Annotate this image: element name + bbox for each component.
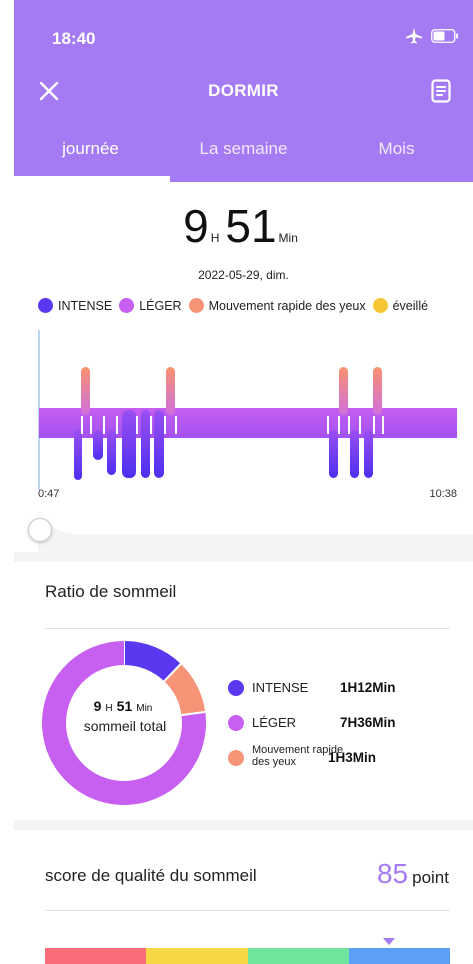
section-divider bbox=[14, 552, 473, 562]
rem-segment bbox=[339, 367, 348, 415]
donut-segment bbox=[123, 641, 181, 682]
sleep-date: 2022-05-29, dim. bbox=[198, 268, 289, 282]
ratio-value: 1H3Min bbox=[328, 750, 377, 765]
ratio-dot bbox=[228, 750, 244, 766]
timeline-slider-track[interactable] bbox=[38, 522, 473, 554]
deep-segment bbox=[141, 410, 150, 478]
page-title: DORMIR bbox=[208, 81, 279, 100]
donut-min-unit: Min bbox=[136, 703, 153, 714]
donut-total-duration: 9 H 51 Min bbox=[62, 698, 188, 714]
score-marker bbox=[383, 938, 396, 945]
deep-segment bbox=[74, 430, 82, 480]
status-time: 18:40 bbox=[52, 29, 96, 48]
ratio-name: INTENSE bbox=[252, 680, 309, 695]
donut-h-unit: H bbox=[105, 703, 113, 714]
duration-minutes-unit: Min bbox=[278, 231, 298, 245]
score-divider bbox=[45, 910, 450, 911]
donut-minutes: 51 bbox=[116, 698, 133, 714]
donut-caption: sommeil total bbox=[83, 718, 167, 734]
deep-segment bbox=[350, 430, 359, 478]
score-segment bbox=[146, 948, 248, 964]
ratio-row-deep: INTENSE 1H12Min bbox=[228, 678, 458, 708]
donut-hours: 9 bbox=[93, 698, 102, 714]
sleep-summary: 9 H 51 Min 2022-05-29, dim. bbox=[14, 200, 473, 282]
legend-label: Mouvement rapide des yeux bbox=[208, 298, 366, 313]
sleep-score-label: score de qualité du sommeil bbox=[45, 866, 257, 885]
active-tab-indicator bbox=[14, 176, 170, 182]
battery-icon bbox=[431, 29, 458, 43]
rem-segment bbox=[166, 367, 175, 415]
status-icons bbox=[405, 28, 459, 44]
deep-segment bbox=[329, 430, 338, 478]
legend-dot bbox=[38, 298, 53, 313]
deep-segment bbox=[154, 410, 164, 478]
ratio-row-rem: Mouvement rapide des yeux 1H3Min bbox=[228, 744, 458, 778]
donut-center: 9 H 51 Min sommeil total bbox=[62, 698, 188, 734]
legend-dot bbox=[372, 298, 388, 313]
legend-item-awake: éveillé bbox=[372, 298, 429, 313]
sleep-page: 18:40 DORMIR journée La semaine Mois 9 H… bbox=[14, 0, 473, 964]
duration-minutes: 51 bbox=[225, 200, 277, 252]
deep-segment bbox=[107, 430, 116, 475]
section-divider bbox=[14, 820, 473, 830]
legend-dot bbox=[188, 298, 204, 313]
sleep-score-value: 85 bbox=[376, 858, 409, 889]
legend-item-light: LÉGER bbox=[119, 298, 182, 313]
legend-label: INTENSE bbox=[58, 298, 113, 313]
ratio-name: LÉGER bbox=[252, 715, 297, 730]
tab-bar: journée La semaine Mois bbox=[14, 130, 473, 182]
tab-week[interactable]: La semaine bbox=[167, 130, 320, 182]
total-duration: 9 H 51 Min bbox=[14, 200, 473, 264]
tab-day[interactable]: journée bbox=[14, 130, 167, 182]
ratio-row-light: LÉGER 7H36Min bbox=[228, 713, 458, 743]
stage-legend: INTENSE LÉGER Mouvement rapide des yeux … bbox=[38, 298, 468, 313]
timeline-slider-handle[interactable] bbox=[28, 518, 52, 542]
sleep-hypnogram bbox=[38, 330, 457, 490]
ratio-value: 1H12Min bbox=[340, 680, 396, 695]
legend-item-rem: Mouvement rapide des yeux bbox=[188, 298, 366, 313]
duration-hours: 9 bbox=[183, 200, 209, 252]
score-segment bbox=[45, 948, 147, 964]
deep-segment bbox=[122, 410, 136, 478]
legend-label: éveillé bbox=[392, 298, 429, 313]
deep-segment bbox=[364, 430, 373, 478]
legend-item-deep: INTENSE bbox=[38, 298, 112, 313]
ratio-title: Ratio de sommeil bbox=[45, 582, 177, 601]
header: 18:40 DORMIR journée La semaine Mois bbox=[14, 0, 473, 182]
score-bar bbox=[45, 948, 450, 964]
ratio-divider bbox=[45, 628, 450, 629]
sleep-score: 85 point bbox=[377, 858, 449, 890]
score-segment bbox=[247, 948, 349, 964]
duration-hours-unit: H bbox=[210, 231, 220, 245]
ratio-value: 7H36Min bbox=[340, 715, 396, 730]
legend-dot bbox=[119, 298, 135, 313]
rem-segment bbox=[81, 367, 90, 415]
hypnogram-end-time: 10:38 bbox=[429, 488, 457, 500]
ratio-dot bbox=[228, 680, 244, 696]
airplane-icon bbox=[406, 28, 422, 44]
ratio-dot bbox=[228, 715, 244, 731]
hypnogram-start-time: 0:47 bbox=[38, 488, 60, 500]
sleep-score-unit: point bbox=[412, 868, 449, 887]
deep-segment bbox=[93, 430, 103, 460]
score-segment bbox=[348, 948, 450, 964]
tab-month[interactable]: Mois bbox=[320, 130, 473, 182]
report-icon[interactable] bbox=[431, 79, 451, 103]
legend-label: LÉGER bbox=[139, 298, 182, 313]
rem-segment bbox=[373, 367, 382, 415]
